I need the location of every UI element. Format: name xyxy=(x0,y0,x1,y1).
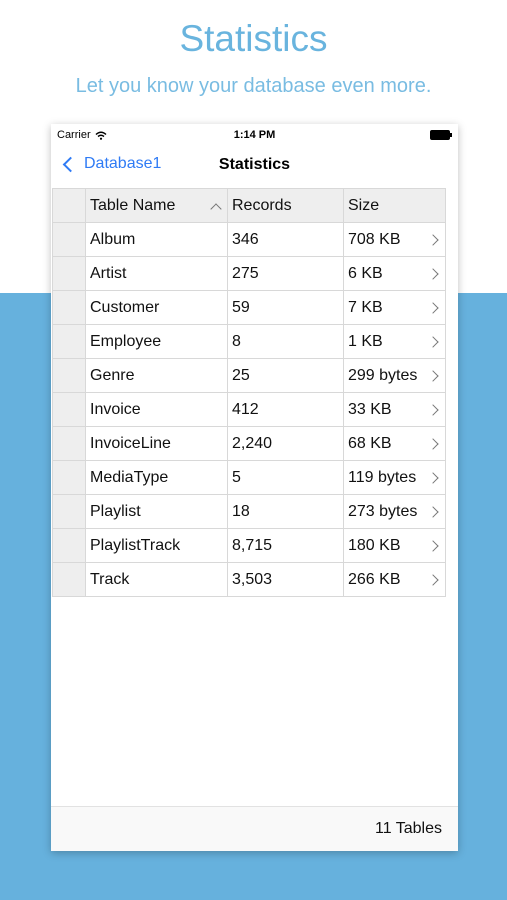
table-row[interactable]: Artist 275 6 KB xyxy=(52,256,446,291)
table-row[interactable]: PlaylistTrack 8,715 180 KB xyxy=(52,528,446,563)
table-name-cell: InvoiceLine xyxy=(85,426,228,461)
records-cell: 25 xyxy=(227,358,344,393)
records-cell: 5 xyxy=(227,460,344,495)
table-row[interactable]: Employee 8 1 KB xyxy=(52,324,446,359)
table-row[interactable]: Genre 25 299 bytes xyxy=(52,358,446,393)
table-name-cell: MediaType xyxy=(85,460,228,495)
records-cell: 346 xyxy=(227,222,344,257)
size-value: 180 KB xyxy=(348,536,401,554)
table-name-cell: PlaylistTrack xyxy=(85,528,228,563)
row-header-cell xyxy=(52,562,86,597)
table-name-cell: Album xyxy=(85,222,228,257)
table-row[interactable]: MediaType 5 119 bytes xyxy=(52,460,446,495)
corner-cell xyxy=(52,188,86,223)
size-cell: 6 KB xyxy=(343,256,446,291)
chevron-right-icon[interactable] xyxy=(427,505,439,518)
chevron-right-icon[interactable] xyxy=(427,233,439,246)
size-value: 119 bytes xyxy=(348,468,417,486)
column-header-label: Records xyxy=(232,196,292,214)
records-cell: 412 xyxy=(227,392,344,427)
row-header-cell xyxy=(52,256,86,291)
row-header-cell xyxy=(52,494,86,529)
table-name-cell: Artist xyxy=(85,256,228,291)
column-header-label: Size xyxy=(348,196,380,214)
promo-headline: Statistics xyxy=(179,18,328,59)
device-screen: Carrier 1:14 PM Database1 Statistics Tab… xyxy=(51,124,458,851)
battery-icon xyxy=(430,130,452,140)
row-header-cell xyxy=(52,324,86,359)
size-cell: 68 KB xyxy=(343,426,446,461)
table-name-cell: Employee xyxy=(85,324,228,359)
row-header-cell xyxy=(52,222,86,257)
records-cell: 8 xyxy=(227,324,344,359)
size-cell: 266 KB xyxy=(343,562,446,597)
row-header-cell xyxy=(52,358,86,393)
size-value: 1 KB xyxy=(348,332,383,350)
size-cell: 299 bytes xyxy=(343,358,446,393)
chevron-right-icon[interactable] xyxy=(427,267,439,280)
promo-subline: Let you know your database even more. xyxy=(75,75,432,97)
table-name-cell: Track xyxy=(85,562,228,597)
table-row[interactable]: Playlist 18 273 bytes xyxy=(52,494,446,529)
status-bar: Carrier 1:14 PM xyxy=(51,124,458,146)
size-value: 7 KB xyxy=(348,298,383,316)
table-name-cell: Invoice xyxy=(85,392,228,427)
chevron-right-icon[interactable] xyxy=(427,471,439,484)
statistics-table: Table Name Records Size Album 346 708 KB xyxy=(52,188,446,597)
row-header-cell xyxy=(52,426,86,461)
size-cell: 119 bytes xyxy=(343,460,446,495)
records-cell: 59 xyxy=(227,290,344,325)
row-header-cell xyxy=(52,392,86,427)
chevron-right-icon[interactable] xyxy=(427,437,439,450)
size-value: 299 bytes xyxy=(348,366,418,384)
row-header-cell xyxy=(52,290,86,325)
chevron-right-icon[interactable] xyxy=(427,369,439,382)
size-cell: 7 KB xyxy=(343,290,446,325)
records-cell: 8,715 xyxy=(227,528,344,563)
table-name-cell: Playlist xyxy=(85,494,228,529)
column-header-size[interactable]: Size xyxy=(343,188,446,223)
column-header-table-name[interactable]: Table Name xyxy=(85,188,228,223)
size-value: 708 KB xyxy=(348,230,401,248)
size-cell: 33 KB xyxy=(343,392,446,427)
records-cell: 2,240 xyxy=(227,426,344,461)
table-count-label: 11 Tables xyxy=(374,820,442,837)
nav-title: Statistics xyxy=(218,156,291,173)
size-value: 266 KB xyxy=(348,570,401,588)
size-cell: 180 KB xyxy=(343,528,446,563)
table-row[interactable]: Invoice 412 33 KB xyxy=(52,392,446,427)
bottom-toolbar: 11 Tables xyxy=(51,806,458,851)
column-header-label: Table Name xyxy=(90,196,176,214)
chevron-right-icon[interactable] xyxy=(427,539,439,552)
records-cell: 18 xyxy=(227,494,344,529)
size-value: 33 KB xyxy=(348,400,392,418)
column-header-records[interactable]: Records xyxy=(227,188,344,223)
records-cell: 3,503 xyxy=(227,562,344,597)
size-value: 273 bytes xyxy=(348,502,418,520)
table-header-row: Table Name Records Size xyxy=(52,188,446,223)
size-value: 68 KB xyxy=(348,434,392,452)
chevron-right-icon[interactable] xyxy=(427,335,439,348)
status-time: 1:14 PM xyxy=(233,129,276,141)
navigation-bar: Database1 Statistics xyxy=(51,146,458,186)
row-header-cell xyxy=(52,460,86,495)
table-name-cell: Genre xyxy=(85,358,228,393)
table-row[interactable]: Track 3,503 266 KB xyxy=(52,562,446,597)
records-cell: 275 xyxy=(227,256,344,291)
chevron-right-icon[interactable] xyxy=(427,573,439,586)
table-row[interactable]: Album 346 708 KB xyxy=(52,222,446,257)
chevron-right-icon[interactable] xyxy=(427,403,439,416)
table-row[interactable]: Customer 59 7 KB xyxy=(52,290,446,325)
table-name-cell: Customer xyxy=(85,290,228,325)
chevron-right-icon[interactable] xyxy=(427,301,439,314)
table-row[interactable]: InvoiceLine 2,240 68 KB xyxy=(52,426,446,461)
size-value: 6 KB xyxy=(348,264,383,282)
row-header-cell xyxy=(52,528,86,563)
size-cell: 1 KB xyxy=(343,324,446,359)
size-cell: 708 KB xyxy=(343,222,446,257)
sort-ascending-icon xyxy=(210,202,222,215)
size-cell: 273 bytes xyxy=(343,494,446,529)
